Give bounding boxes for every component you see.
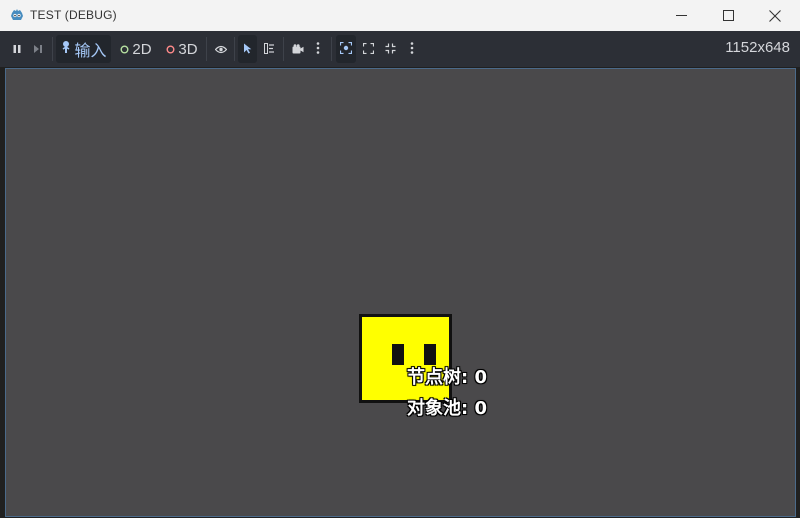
right-eye	[424, 344, 436, 365]
minimize-icon	[675, 10, 687, 21]
camera-icon	[292, 41, 304, 58]
fullscreen-button[interactable]	[359, 35, 378, 63]
fullscreen-icon	[362, 41, 375, 58]
object-pool-count: 对象池: 0	[407, 398, 487, 419]
camera-button[interactable]	[288, 35, 307, 63]
close-icon	[769, 9, 781, 22]
list-select-icon	[264, 41, 275, 58]
more-icon	[316, 41, 320, 58]
view-options-button[interactable]	[404, 35, 420, 63]
mode-2d-label: 2D	[132, 40, 152, 58]
visibility-button[interactable]	[212, 35, 230, 63]
close-button[interactable]	[750, 0, 800, 31]
toolbar-divider	[234, 37, 235, 61]
circle-2d-icon	[120, 41, 129, 58]
toolbar-divider	[283, 37, 284, 61]
left-eye	[392, 344, 404, 365]
godot-icon	[9, 7, 25, 23]
resolution-label: 1152x648	[725, 39, 790, 56]
window-title: TEST (DEBUG)	[30, 8, 117, 22]
more-icon	[410, 41, 414, 58]
list-select-button[interactable]	[260, 35, 279, 63]
game-viewport[interactable]: 节点树: 0 对象池: 0	[5, 68, 796, 517]
camera-options-button[interactable]	[310, 35, 326, 63]
camera-override-icon	[339, 41, 353, 58]
step-icon	[33, 41, 44, 58]
debug-toolbar: 输入 2D 3D 1152x648	[0, 31, 800, 67]
mode-3d-label: 3D	[178, 40, 198, 58]
minimize-button[interactable]	[656, 0, 706, 31]
mode-2d-button[interactable]: 2D	[116, 35, 156, 63]
camera-override-button[interactable]	[336, 35, 356, 63]
shrink-button[interactable]	[381, 35, 400, 63]
pause-icon	[12, 41, 22, 58]
toolbar-divider	[206, 37, 207, 61]
pause-button[interactable]	[8, 35, 26, 63]
window-titlebar: TEST (DEBUG)	[0, 0, 800, 31]
maximize-icon	[722, 10, 734, 21]
toolbar-divider	[331, 37, 332, 61]
select-arrow-icon	[243, 41, 252, 58]
maximize-button[interactable]	[703, 0, 753, 31]
input-toggle-button[interactable]: 输入	[56, 35, 111, 63]
mode-3d-button[interactable]: 3D	[162, 35, 202, 63]
player-sprite	[359, 314, 452, 403]
node-tree-count: 节点树: 0	[407, 367, 487, 388]
step-button[interactable]	[29, 35, 47, 63]
input-toggle-label: 输入	[74, 43, 107, 60]
select-mode-button[interactable]	[238, 35, 257, 63]
shrink-icon	[385, 41, 396, 58]
circle-3d-icon	[166, 41, 175, 58]
eye-icon	[214, 41, 228, 58]
toolbar-divider	[52, 37, 53, 61]
input-icon	[60, 40, 72, 58]
